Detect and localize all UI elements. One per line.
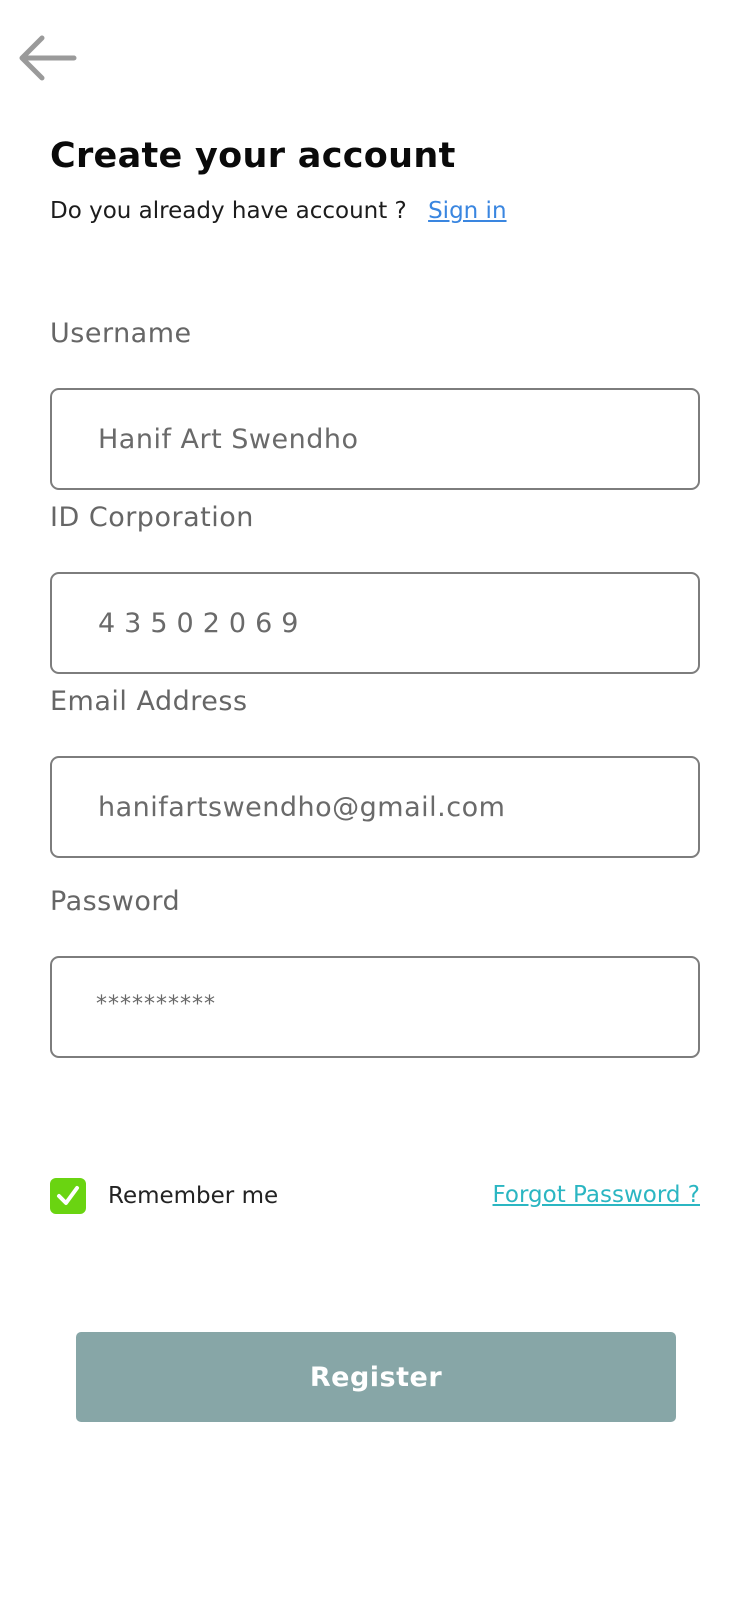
email-label: Email Address [50, 686, 248, 717]
signin-prompt: Do you already have account ? Sign in [50, 198, 507, 224]
username-field-box [50, 388, 700, 490]
arrow-left-icon [19, 35, 77, 81]
username-input[interactable] [52, 390, 698, 488]
password-field-box [50, 956, 700, 1058]
checkmark-icon [57, 1186, 79, 1205]
back-button[interactable] [18, 34, 78, 86]
remember-me-checkbox[interactable] [50, 1178, 86, 1214]
register-button[interactable]: Register [76, 1332, 676, 1422]
signin-link[interactable]: Sign in [428, 198, 506, 224]
remember-me-row: Remember me [50, 1178, 278, 1214]
remember-me-label: Remember me [108, 1183, 279, 1209]
email-input[interactable] [52, 758, 698, 856]
id-corporation-label: ID Corporation [50, 502, 254, 533]
email-field-box [50, 756, 700, 858]
signin-prompt-text: Do you already have account ? [50, 198, 407, 224]
username-label: Username [50, 318, 192, 349]
password-label: Password [50, 886, 181, 917]
forgot-password-link[interactable]: Forgot Password ? [493, 1182, 700, 1208]
id-corporation-input[interactable] [52, 574, 698, 672]
password-input[interactable] [52, 958, 698, 1056]
page-title: Create your account [50, 136, 456, 176]
id-corporation-field-box [50, 572, 700, 674]
